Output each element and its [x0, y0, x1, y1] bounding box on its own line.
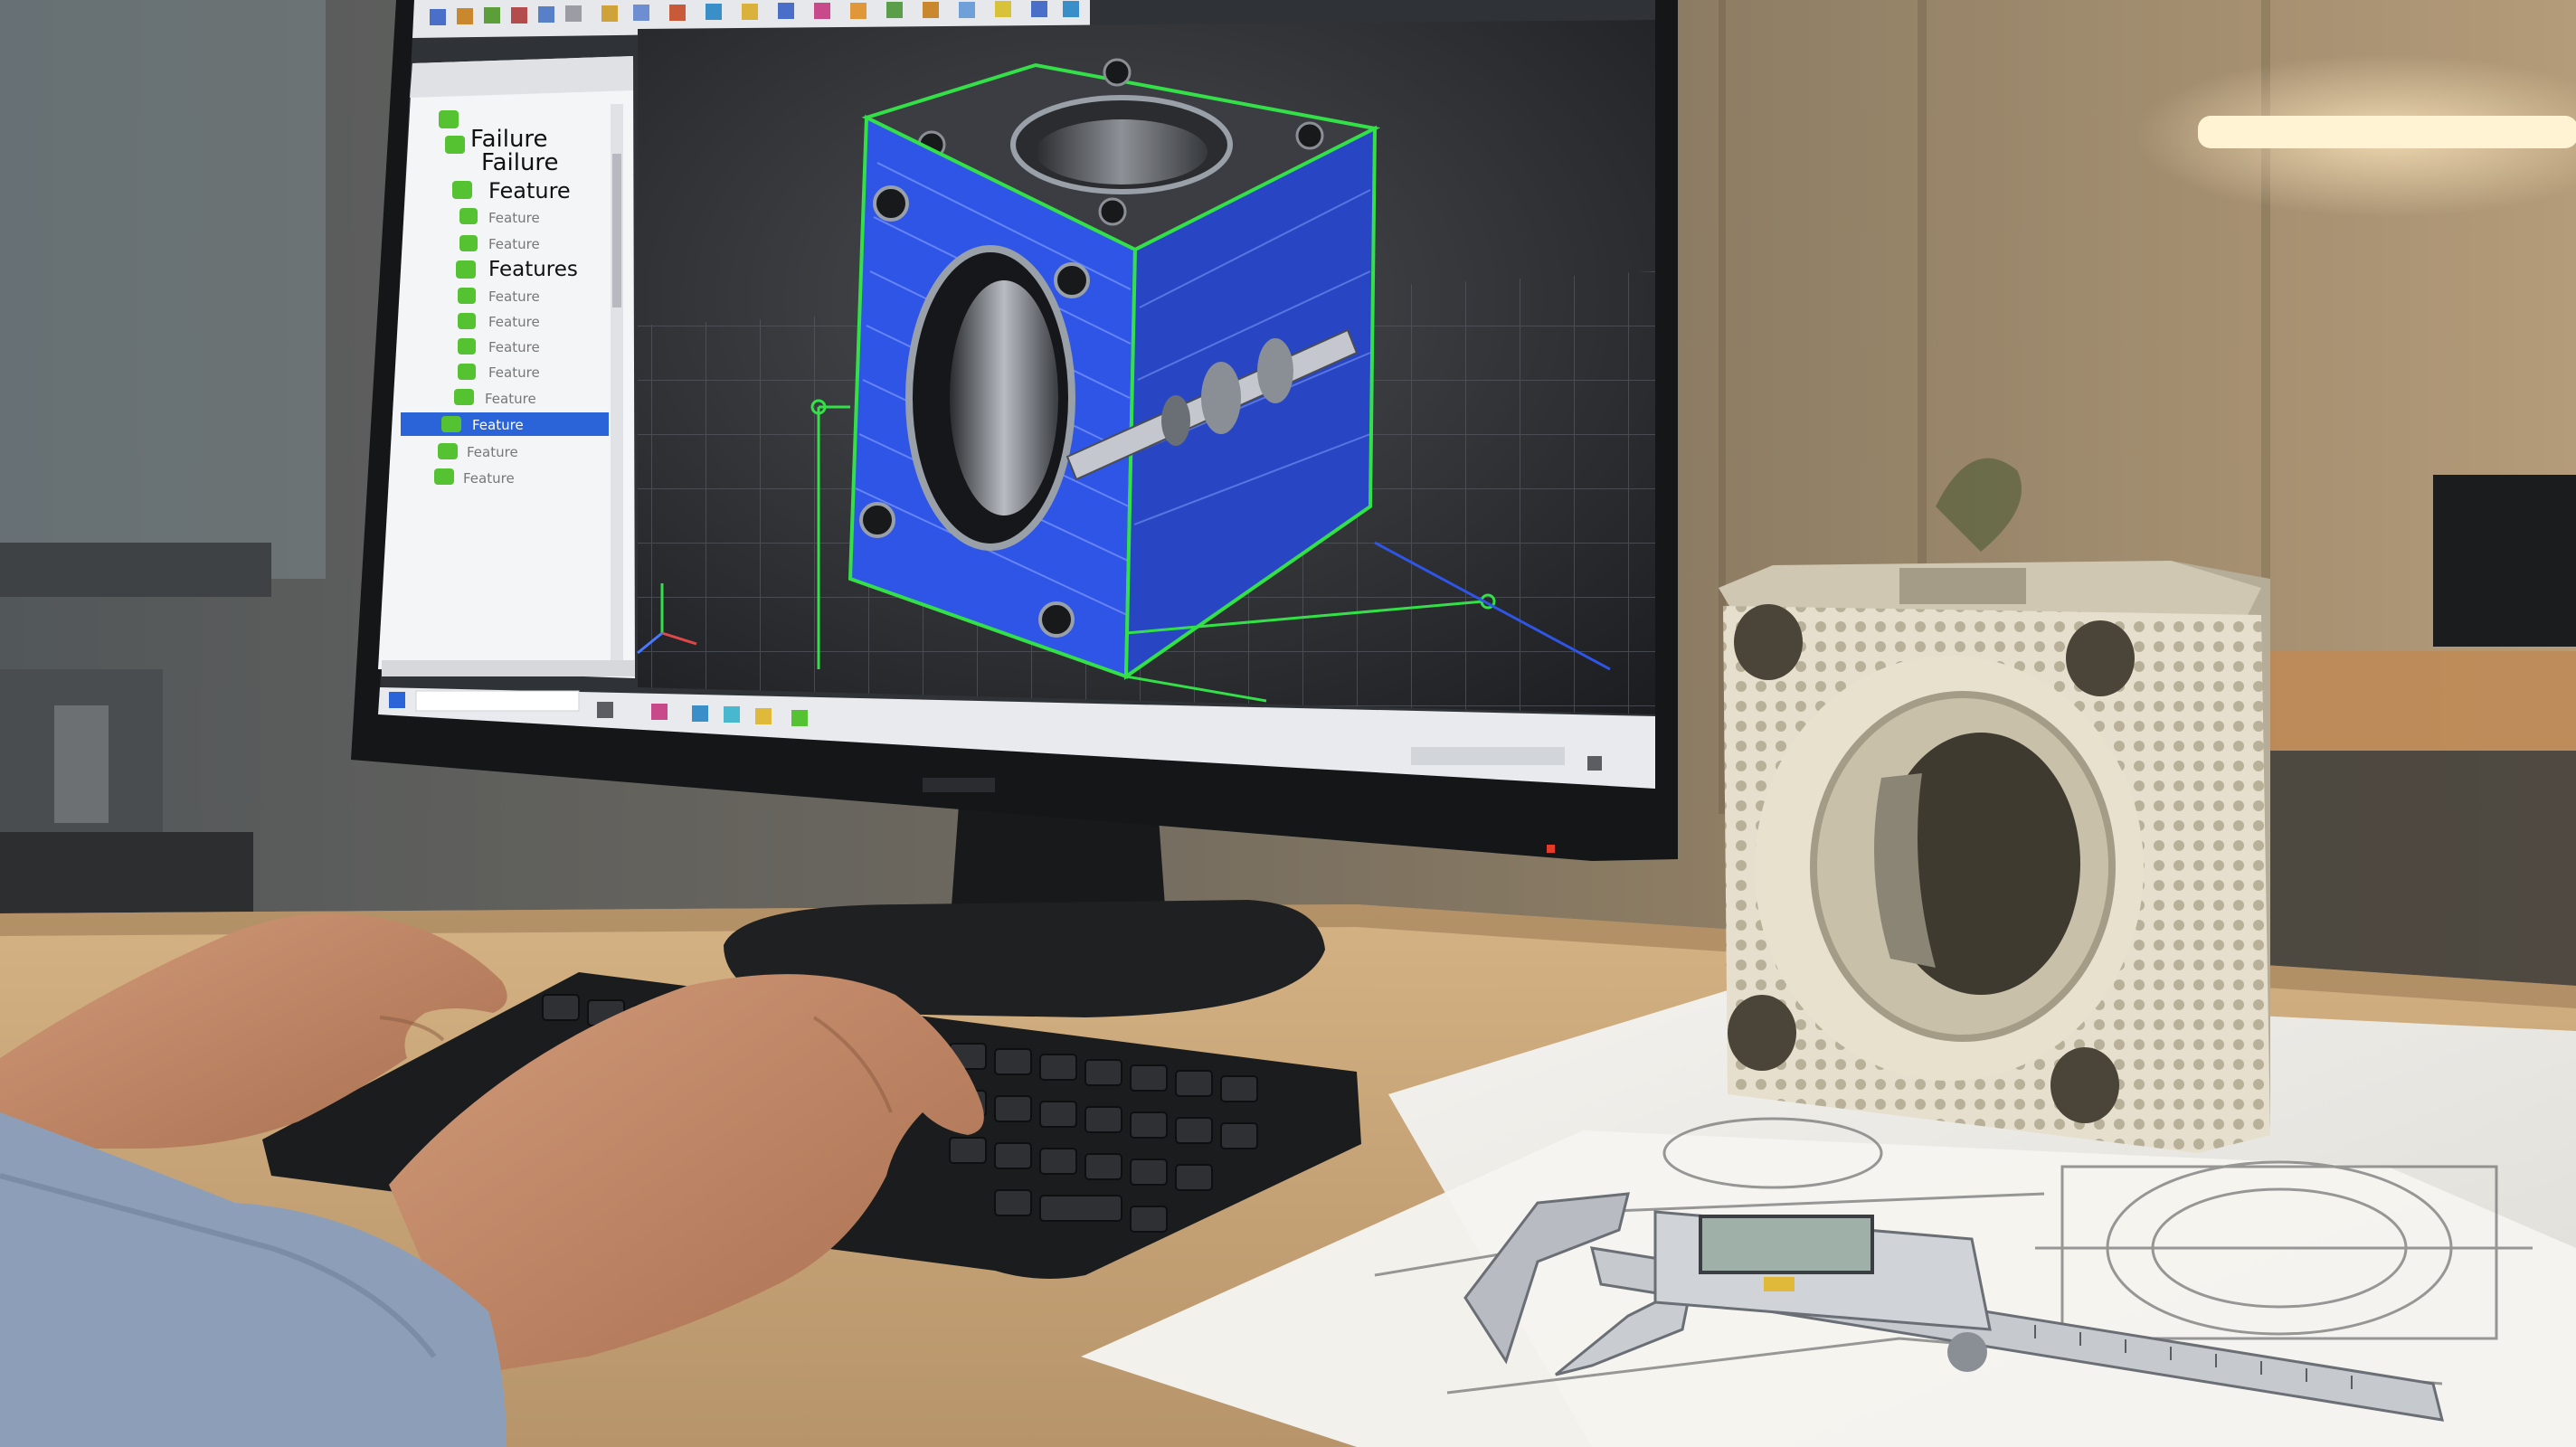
- tree-node-icon: [459, 208, 478, 224]
- taskbar-app-icon[interactable]: [651, 704, 668, 720]
- tree-item-label[interactable]: Feature: [488, 236, 540, 252]
- ceiling-lamp: [2198, 116, 2576, 148]
- tree-item-label[interactable]: Feature: [467, 444, 518, 460]
- printed-bearing-housing: [1719, 561, 2270, 1153]
- monitor-brand-logo: [923, 778, 995, 792]
- tree-item-label[interactable]: Feature: [485, 391, 536, 407]
- taskbar-search-box[interactable]: [415, 690, 580, 712]
- monitor-power-led: [1547, 845, 1555, 853]
- tree-node-icon: [438, 443, 458, 459]
- tree-node-icon: [458, 288, 476, 304]
- tree-node-icon: [439, 110, 459, 128]
- tree-node-icon: [441, 416, 461, 432]
- windows-start-icon[interactable]: [389, 692, 405, 708]
- window-blinds: [0, 0, 326, 579]
- photo-scene: Failure Failure Feature Feature Feature …: [0, 0, 2576, 1447]
- tree-node-icon: [454, 389, 474, 405]
- tree-node-icon: [458, 313, 476, 329]
- caliper-button: [1764, 1277, 1795, 1291]
- system-tray[interactable]: [1411, 747, 1565, 765]
- tree-node-icon: [459, 235, 478, 251]
- tree-item-label[interactable]: Feature: [488, 364, 540, 381]
- tree-item-label[interactable]: Feature: [488, 288, 540, 305]
- tree-item-label[interactable]: Feature: [463, 470, 515, 487]
- tree-item-label[interactable]: Feature: [488, 210, 540, 226]
- taskbar-app-icon[interactable]: [724, 706, 740, 723]
- tree-item-label[interactable]: Features: [488, 258, 578, 281]
- taskbar-app-icon[interactable]: [791, 710, 808, 726]
- tree-node-icon: [452, 181, 472, 199]
- taskbar-app-icon[interactable]: [597, 702, 613, 718]
- tree-node-icon: [456, 260, 476, 279]
- tree-item-label-selected[interactable]: Feature: [472, 417, 524, 433]
- tree-item-label[interactable]: Failure: [481, 149, 559, 176]
- taskbar-app-icon[interactable]: [692, 705, 708, 722]
- feature-tree-panel[interactable]: Failure Failure Feature Feature Feature …: [378, 56, 635, 678]
- tree-node-icon: [445, 136, 465, 154]
- tree-node-icon: [458, 338, 476, 355]
- feature-tree-scrollbar-thumb[interactable]: [612, 154, 621, 307]
- tree-item-label[interactable]: Feature: [488, 178, 571, 203]
- background-monitor: [2433, 475, 2576, 647]
- background-shelf: [2234, 651, 2576, 751]
- caliper-thumbwheel: [1947, 1332, 1987, 1372]
- tree-node-icon: [458, 364, 476, 380]
- tree-node-icon: [434, 468, 454, 485]
- notification-icon[interactable]: [1587, 756, 1602, 771]
- caliper-lcd: [1699, 1215, 1874, 1274]
- tree-item-label[interactable]: Feature: [488, 339, 540, 355]
- tree-item-label[interactable]: Feature: [488, 314, 540, 330]
- feature-tree-statusbar: [382, 660, 635, 676]
- taskbar-app-icon[interactable]: [755, 708, 772, 724]
